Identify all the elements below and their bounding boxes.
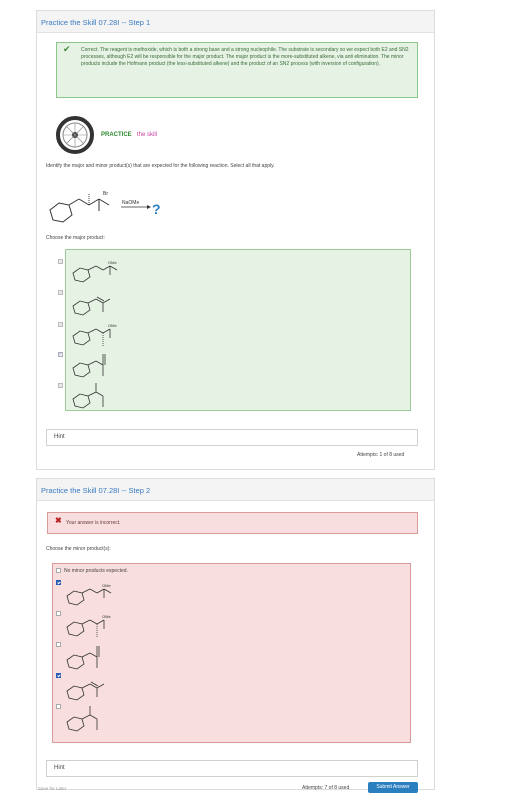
step1-feedback: ✔ Correct. The reagent is methoxide, whi… <box>56 42 418 98</box>
choose-minor-label: Choose the minor product(s): <box>46 546 111 552</box>
no-minor-label: No minor products expected. <box>64 568 128 574</box>
ome-label: OMe <box>108 260 117 265</box>
minor-choice-5-checkbox[interactable] <box>56 704 61 709</box>
choice-5-structure <box>72 383 104 409</box>
step2-hint-button[interactable]: Hint <box>46 760 418 777</box>
product-mark: ? <box>152 201 161 217</box>
major-choice-3-checkbox[interactable] <box>58 322 63 327</box>
choice-4-structure <box>72 354 106 378</box>
minor-choice-5-structure <box>66 706 98 732</box>
major-choice-5-checkbox[interactable] <box>58 383 63 388</box>
step1-feedback-text: Correct. The reagent is methoxide, which… <box>81 47 409 67</box>
x-icon: ✖ <box>55 516 62 525</box>
minor-choice-1-structure: OMe <box>66 583 111 606</box>
step1-title: Practice the Skill 07.28I -- Step 1 <box>37 11 434 33</box>
minor-choice-3-checkbox[interactable] <box>56 642 61 647</box>
ome-label: OMe <box>108 323 117 328</box>
choose-major-label: Choose the major product: <box>46 235 105 241</box>
step1-hint-button[interactable]: Hint <box>46 429 418 446</box>
reaction-scheme: Br NaOMe ? <box>45 183 205 233</box>
major-choice-1-checkbox[interactable] <box>58 259 63 264</box>
br-label: Br <box>103 191 108 197</box>
step2-feedback: ✖ Your answer is incorrect. <box>47 512 418 534</box>
minor-choice-1-checkbox[interactable] <box>56 580 61 585</box>
question-text: Identify the major and minor product(s) … <box>46 163 275 169</box>
submit-answer-button[interactable]: Submit Answer <box>368 782 418 793</box>
reactant-ring <box>49 202 73 223</box>
ome-label: OMe <box>102 583 111 588</box>
minor-choice-2-checkbox[interactable] <box>56 611 61 616</box>
major-choice-4-checkbox[interactable] <box>58 352 63 357</box>
step1-hint-label: Hint <box>54 434 65 440</box>
minor-choice-2-structure: OMe <box>66 614 111 637</box>
major-choice-2-checkbox[interactable] <box>58 290 63 295</box>
minor-choice-4-checkbox[interactable] <box>56 673 61 678</box>
choice-1-structure: OMe <box>72 260 117 283</box>
minor-choice-4-structure <box>66 681 105 701</box>
practice-label: PRACTICE <box>101 132 132 138</box>
minor-choice-3-structure <box>66 646 100 670</box>
no-minor-checkbox[interactable] <box>56 568 61 573</box>
practice-logo: PRACTICE the skill <box>55 115 175 155</box>
major-choices-box: OMe OMe <box>65 249 411 411</box>
step2-attempts: Attempts: 7 of 8 used <box>302 785 350 791</box>
step2-hint-label: Hint <box>54 765 65 771</box>
step2-title: Practice the Skill 07.28I -- Step 2 <box>37 479 434 501</box>
reagent-label: NaOMe <box>122 200 139 206</box>
check-icon: ✔ <box>63 44 71 54</box>
ome-label: OMe <box>102 614 111 619</box>
choice-3-structure: OMe <box>72 323 117 346</box>
step2-feedback-text: Your answer is incorrect. <box>66 520 121 526</box>
skill-label: the skill <box>137 132 158 138</box>
choice-2-structure <box>72 296 111 316</box>
step1-attempts: Attempts: 1 of 8 used <box>357 452 405 458</box>
save-for-later-link[interactable]: Save for Later <box>38 786 66 791</box>
